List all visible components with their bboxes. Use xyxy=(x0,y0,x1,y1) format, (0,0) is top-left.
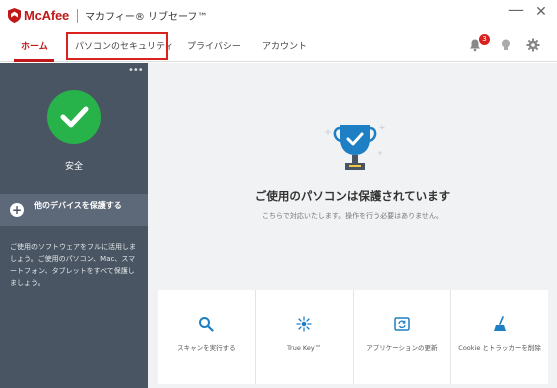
main-panel: ご使用のパソコンは保護されています こちらで対応いたします。操作を行う必要はあり… xyxy=(148,63,557,388)
gear-icon[interactable] xyxy=(526,38,540,52)
brand-name: McAfee xyxy=(24,8,70,23)
close-button[interactable]: ✕ xyxy=(533,4,549,20)
title-divider xyxy=(77,8,79,23)
tab-account[interactable]: アカウント xyxy=(262,39,307,52)
search-icon xyxy=(199,317,214,332)
remove-cookies-label: Cookie とトラッカーを削除 xyxy=(458,344,541,352)
protect-other-devices-button[interactable]: + 他のデバイスを保護する xyxy=(0,194,148,226)
run-scan-label: スキャンを実行する xyxy=(177,344,236,352)
broom-icon xyxy=(493,316,506,331)
true-key-card[interactable]: True Key™ xyxy=(255,290,354,384)
tab-privacy[interactable]: プライバシー xyxy=(187,39,241,52)
app-update-card[interactable]: アプリケーションの更新 xyxy=(353,290,452,384)
remove-cookies-card[interactable]: Cookie とトラッカーを削除 xyxy=(451,290,548,384)
protection-subline: こちらで対応いたします。操作を行う必要はありません。 xyxy=(262,212,443,220)
active-tab-indicator xyxy=(14,59,54,62)
safe-status-icon xyxy=(47,90,101,144)
true-key-icon xyxy=(296,316,312,332)
update-icon xyxy=(394,317,410,331)
true-key-label: True Key™ xyxy=(287,344,322,352)
title-bar: McAfee マカフィー® リブセーフ™ — ✕ xyxy=(0,0,557,30)
app-update-label: アプリケーションの更新 xyxy=(366,344,438,352)
status-label: 安全 xyxy=(64,162,83,172)
action-cards: スキャンを実行する True Key™ アプリケーションの更新 Cookie と… xyxy=(158,290,548,384)
mcafee-logo: McAfee マカフィー® リブセーフ™ xyxy=(8,8,207,23)
tab-highlight-frame xyxy=(66,32,168,60)
protection-headline: ご使用のパソコンは保護されています xyxy=(254,189,451,203)
notification-badge: 3 xyxy=(479,34,490,45)
checkmark-icon xyxy=(60,106,89,128)
run-scan-card[interactable]: スキャンを実行する xyxy=(158,290,256,384)
lightbulb-icon[interactable] xyxy=(499,38,513,52)
minimize-button[interactable]: — xyxy=(508,0,524,19)
mcafee-shield-icon xyxy=(8,8,21,23)
trophy-icon xyxy=(325,125,385,170)
plus-icon: + xyxy=(10,203,24,217)
product-name: マカフィー® リブセーフ™ xyxy=(85,12,208,23)
sidebar: ••• 安全 + 他のデバイスを保護する ご使用のソフトウェアをフルに活用しまし… xyxy=(0,63,148,388)
sidebar-description: ご使用のソフトウェアをフルに活用しましょう。ご使用のパソコン、Mac、スマートフ… xyxy=(10,243,136,287)
tab-home[interactable]: ホーム xyxy=(21,39,48,52)
top-nav: ホーム パソコンのセキュリティ プライバシー アカウント 3 xyxy=(0,30,557,62)
more-options-icon[interactable]: ••• xyxy=(128,65,144,76)
protect-other-devices-label: 他のデバイスを保護する xyxy=(34,201,122,210)
